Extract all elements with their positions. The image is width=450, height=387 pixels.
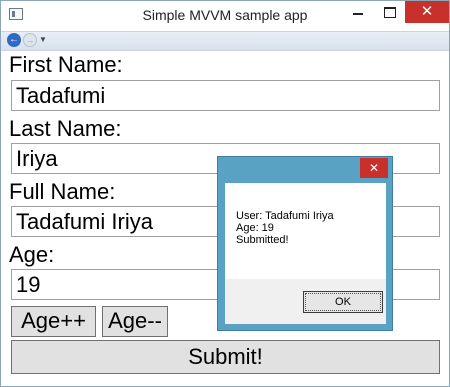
- submit-button[interactable]: Submit!: [11, 340, 440, 374]
- first-name-field[interactable]: Tadafumi: [11, 80, 440, 111]
- app-window: Simple MVVM sample app ✕ ← → ▼ First Nam…: [0, 0, 450, 387]
- maximize-button[interactable]: [375, 1, 405, 23]
- forward-arrow-icon[interactable]: →: [23, 33, 37, 47]
- close-icon: ✕: [420, 3, 434, 20]
- dialog-message-user: User: Tadafumi Iriya: [236, 210, 334, 222]
- history-dropdown-icon[interactable]: ▼: [39, 35, 47, 44]
- close-button[interactable]: ✕: [405, 1, 449, 23]
- title-bar[interactable]: Simple MVVM sample app ✕: [1, 1, 449, 31]
- dialog-close-button[interactable]: ✕: [360, 158, 388, 178]
- minimize-button[interactable]: [343, 1, 373, 23]
- ok-button[interactable]: OK: [303, 291, 383, 313]
- last-name-label: Last Name:: [9, 116, 122, 141]
- full-name-label: Full Name:: [9, 179, 116, 204]
- close-icon: ✕: [368, 161, 380, 175]
- age-increment-button[interactable]: Age++: [11, 306, 96, 337]
- dialog-message-status: Submitted!: [236, 234, 289, 246]
- navigation-bar: ← → ▼: [1, 31, 449, 51]
- message-dialog: ✕ User: Tadafumi Iriya Age: 19 Submitted…: [217, 156, 393, 331]
- minimize-icon: [353, 12, 363, 15]
- dialog-message-area: User: Tadafumi Iriya Age: 19 Submitted!: [225, 183, 386, 279]
- first-name-label: First Name:: [9, 52, 123, 77]
- age-label: Age:: [9, 242, 55, 267]
- back-arrow-icon[interactable]: ←: [7, 33, 21, 47]
- dialog-message-age: Age: 19: [236, 222, 274, 234]
- dialog-footer: OK: [225, 279, 386, 324]
- age-decrement-button[interactable]: Age--: [102, 306, 168, 337]
- dialog-message: User: Tadafumi Iriya Age: 19 Submitted!: [236, 210, 334, 246]
- maximize-icon: [384, 7, 396, 19]
